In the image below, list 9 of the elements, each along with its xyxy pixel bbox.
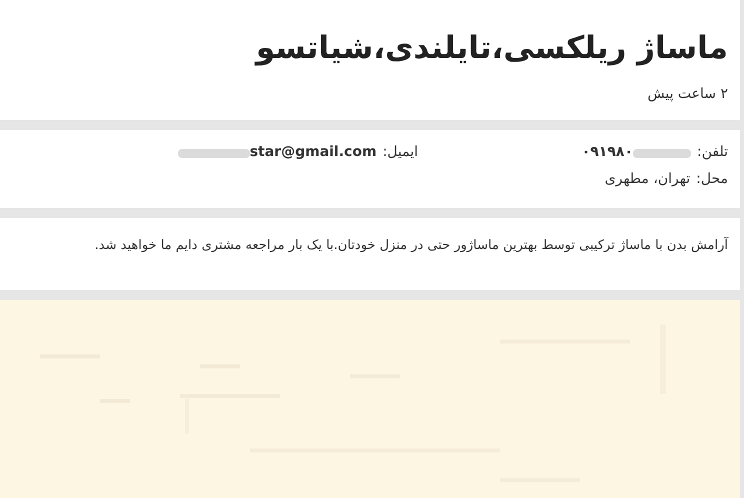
location-value: تهران، مطهری — [604, 170, 690, 189]
ad-title: ماساژ ریلکسی،تایلندی،شیاتسو — [256, 29, 728, 68]
location-label: محل: — [696, 170, 728, 189]
phone-label: تلفن: — [697, 143, 728, 162]
email-address: star@gmail.com — [250, 143, 377, 162]
description-text: آرامش بدن با ماساژ ترکیبی توسط بهترین ماساژور حتی در منزل خودتان.با یک بار مراجعه مشتری دایم ما خواهید شد. — [94, 236, 728, 255]
phone-number: ۰۹۱۹۸۰ — [582, 143, 633, 162]
posted-time: ۲ ساعت پیش — [648, 85, 728, 104]
email-label: ایمیل: — [382, 143, 418, 162]
